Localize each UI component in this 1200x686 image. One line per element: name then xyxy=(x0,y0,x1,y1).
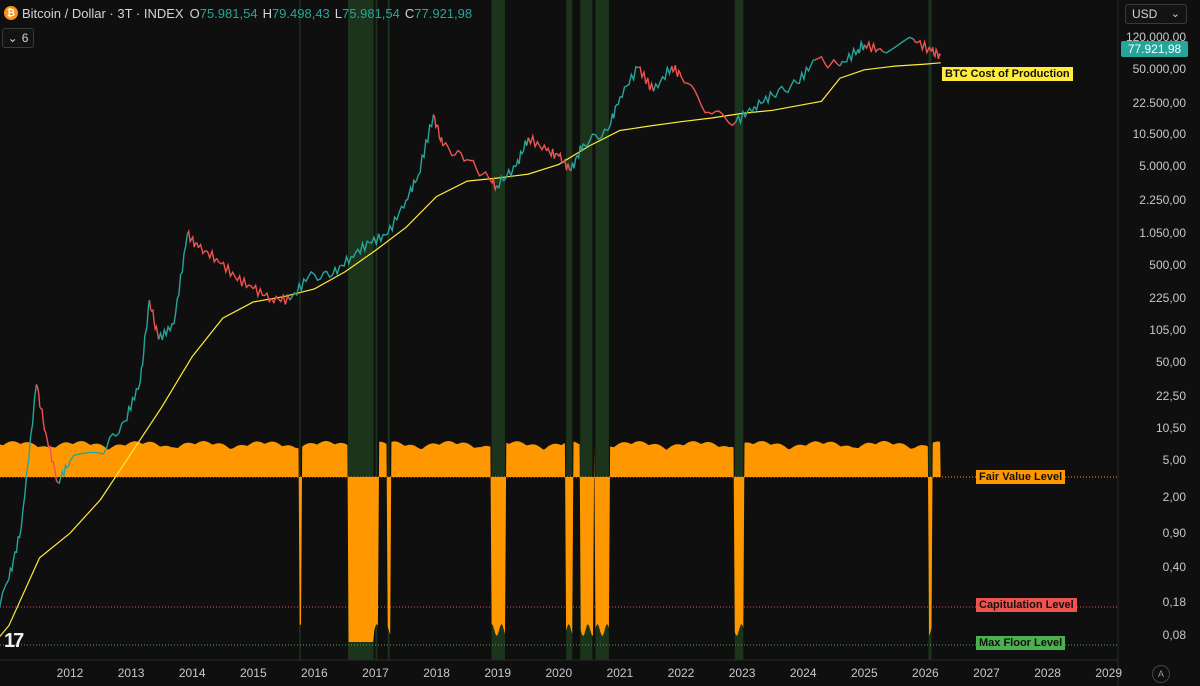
price-tick-label: 225,00 xyxy=(1149,291,1186,305)
time-tick-label: 2027 xyxy=(973,666,1000,680)
price-segment xyxy=(607,96,621,131)
price-segment xyxy=(652,65,673,92)
price-segment xyxy=(619,65,639,99)
time-tick-label: 2028 xyxy=(1034,666,1061,680)
time-tick-label: 2021 xyxy=(606,666,634,680)
price-segment xyxy=(857,39,865,54)
price-tick-label: 22,50 xyxy=(1155,389,1186,403)
chart-canvas[interactable] xyxy=(0,0,1200,686)
time-tick-label: 2017 xyxy=(362,666,389,680)
chevron-down-icon: ⌄ xyxy=(1170,8,1180,20)
price-tick-label: 5,00 xyxy=(1162,453,1186,467)
price-segment xyxy=(234,273,254,290)
price-segment xyxy=(252,283,273,304)
price-segment xyxy=(515,137,529,167)
price-segment xyxy=(157,323,175,341)
price-segment xyxy=(406,174,419,201)
time-tick-label: 2025 xyxy=(850,666,878,680)
high-label: H xyxy=(262,5,272,21)
cost-of-production-line xyxy=(0,62,941,638)
chart-header: ₿ Bitcoin / Dollar · 3T · INDEX O 75.981,… xyxy=(4,5,477,21)
price-tick-label: 5.000,00 xyxy=(1139,159,1186,173)
price-tick-label: 10,50 xyxy=(1155,421,1186,435)
price-tick-label: 50,00 xyxy=(1155,355,1186,369)
open-label: O xyxy=(189,5,200,21)
cost-of-production-label: BTC Cost of Production xyxy=(942,67,1073,81)
price-segment xyxy=(863,39,884,54)
price-segment xyxy=(839,46,859,67)
price-segment xyxy=(148,300,160,340)
price-tick-label: 500,00 xyxy=(1149,258,1186,272)
time-tick-label: 2026 xyxy=(912,666,939,680)
price-tick-label: 0,18 xyxy=(1162,595,1186,609)
price-segment xyxy=(442,141,468,162)
tradingview-logo-icon[interactable]: 17 xyxy=(4,630,24,653)
price-tick-label: 2.250,00 xyxy=(1139,193,1186,207)
price-tick-label: 105,00 xyxy=(1149,323,1186,337)
price-segment xyxy=(197,243,218,264)
time-tick-label: 2023 xyxy=(728,666,756,680)
price-segment xyxy=(527,133,548,152)
price-segment xyxy=(772,78,798,99)
price-segment xyxy=(797,59,816,85)
currency-label: USD xyxy=(1132,7,1158,21)
price-segment xyxy=(753,90,774,112)
close-label: C xyxy=(404,5,415,21)
price-segment xyxy=(173,234,188,325)
currency-select[interactable]: USD ⌄ xyxy=(1125,4,1187,24)
price-tick-label: 10.500,00 xyxy=(1132,127,1186,141)
price-segment xyxy=(637,66,655,92)
price-segment xyxy=(139,299,151,382)
oscillator-area xyxy=(0,441,941,642)
price-tick-label: 0,90 xyxy=(1162,526,1186,540)
price-segment xyxy=(307,270,334,282)
price-tick-label: 0,08 xyxy=(1162,628,1186,642)
price-tick-label: 50.000,00 xyxy=(1132,62,1186,76)
price-segment xyxy=(8,528,22,580)
price-tick-label: 1.050,00 xyxy=(1139,226,1186,240)
price-segment xyxy=(432,114,444,146)
price-segment xyxy=(417,114,435,176)
bitcoin-icon: ₿ xyxy=(4,6,18,20)
time-tick-label: 2016 xyxy=(301,666,328,680)
price-segment xyxy=(882,36,914,54)
low-value: 75.981,54 xyxy=(342,5,400,21)
price-tick-label: 2,00 xyxy=(1162,490,1186,504)
price-segment xyxy=(930,46,942,60)
price-tick-label: 22.500,00 xyxy=(1132,96,1186,110)
indicators-collapse-button[interactable]: ⌄ 6 xyxy=(2,28,34,48)
price-segment xyxy=(215,258,236,279)
price-segment xyxy=(186,229,199,248)
time-tick-label: 2014 xyxy=(178,666,206,680)
low-label: L xyxy=(334,5,343,21)
price-segment xyxy=(124,381,141,422)
time-tick-label: 2012 xyxy=(56,666,84,680)
indicator-count: 6 xyxy=(21,31,29,45)
time-tick-label: 2022 xyxy=(667,666,695,680)
time-tick-label: 2019 xyxy=(484,666,512,680)
time-tick-label: 2029 xyxy=(1095,666,1123,680)
last-price-tag: 77.921,98 xyxy=(1121,41,1188,57)
time-tick-label: 2018 xyxy=(423,666,450,680)
high-value: 79.498,43 xyxy=(271,5,330,21)
chevron-down-icon: ⌄ xyxy=(7,31,18,45)
fair-value-level-label: Fair Value Level xyxy=(976,470,1066,484)
price-segment xyxy=(815,55,841,69)
time-tick-label: 2015 xyxy=(239,666,267,680)
time-tick-label: 2013 xyxy=(117,666,145,680)
price-segment xyxy=(545,146,560,159)
capitulation-level-label: Capitulation Level xyxy=(976,598,1077,612)
time-tick-label: 2024 xyxy=(789,666,817,680)
price-segment xyxy=(680,76,709,114)
price-segment xyxy=(671,65,682,77)
price-segment xyxy=(35,384,47,433)
time-tick-label: 2020 xyxy=(545,666,573,680)
open-value: 75.981,54 xyxy=(199,5,258,21)
close-value: 77.921,98 xyxy=(414,5,473,21)
price-tick-label: 0,40 xyxy=(1162,560,1186,574)
max-floor-level-label: Max Floor Level xyxy=(976,636,1066,650)
auto-scale-button[interactable]: A xyxy=(1152,665,1170,683)
symbol-title[interactable]: Bitcoin / Dollar · 3T · INDEX xyxy=(22,6,184,21)
